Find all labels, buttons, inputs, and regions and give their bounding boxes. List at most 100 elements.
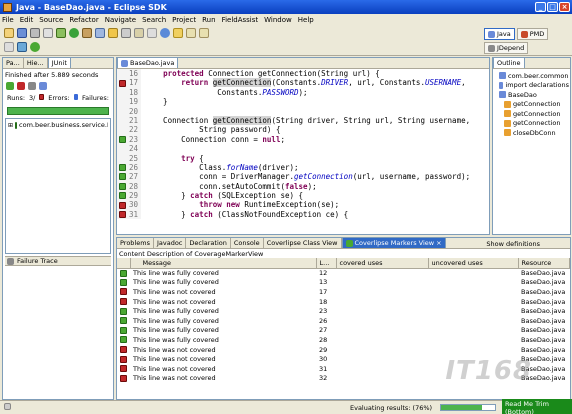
coverage-run-icon[interactable] xyxy=(30,42,40,52)
table-row[interactable]: This line was fully covered 26 BaseDao.jav… xyxy=(117,316,570,326)
covered-uses-column-header[interactable]: covered uses xyxy=(336,258,429,269)
tab-package-explorer[interactable]: Pa... xyxy=(3,58,24,68)
print-icon[interactable] xyxy=(30,28,40,38)
code-area[interactable]: 16 protected Connection getConnection(St… xyxy=(117,69,489,234)
tab-javadoc[interactable]: Javadoc xyxy=(154,238,187,248)
search-icon[interactable] xyxy=(121,28,131,38)
next-failure-icon[interactable] xyxy=(6,82,14,90)
code-line[interactable]: 29 } catch (SQLException se) { xyxy=(117,191,489,201)
menu-search[interactable]: Search xyxy=(142,16,166,24)
resource-column-header[interactable]: Resource xyxy=(518,258,570,269)
tab-declaration[interactable]: Declaration xyxy=(186,238,231,248)
table-row[interactable]: This line was fully covered 12 BaseDao.jav… xyxy=(117,268,570,278)
table-row[interactable]: This line was fully covered 23 BaseDao.jav… xyxy=(117,306,570,316)
menu-edit[interactable]: Edit xyxy=(20,16,34,24)
junit-test-tree[interactable]: ⊞ com.beer.business.service.Bee xyxy=(5,118,111,254)
table-row[interactable]: This line was fully covered 13 BaseDao.jav… xyxy=(117,278,570,288)
forward-icon[interactable] xyxy=(199,28,209,38)
tab-outline[interactable]: Outline xyxy=(493,58,525,68)
outline-item[interactable]: getConnection xyxy=(494,109,569,119)
watermark: IT168 xyxy=(445,356,532,386)
resource-cell: BaseDao.java xyxy=(521,316,566,325)
menu-help[interactable]: Help xyxy=(298,16,314,24)
menu-window[interactable]: Window xyxy=(264,16,292,24)
outline-item[interactable]: import declarations xyxy=(494,81,569,91)
new-class-icon[interactable] xyxy=(95,28,105,38)
prev-failure-icon[interactable] xyxy=(17,82,25,90)
tab-coverlipse-class-view[interactable]: Coverlipse Class View xyxy=(264,238,342,248)
code-line[interactable]: 16 protected Connection getConnection(St… xyxy=(117,69,489,79)
perspective-jdepend[interactable]: JDepend xyxy=(484,42,529,54)
annotation-next-icon[interactable] xyxy=(173,28,183,38)
table-row[interactable]: This line was not covered 18 BaseDao.java xyxy=(117,297,570,307)
status-column-header[interactable] xyxy=(117,258,131,269)
code-line[interactable]: 18 Constants.PASSWORD); xyxy=(117,87,489,98)
show-whitespace-icon[interactable] xyxy=(147,28,157,38)
table-row[interactable]: This line was fully covered 28 BaseDao.jav… xyxy=(117,335,570,345)
external-tools-icon[interactable] xyxy=(82,28,92,38)
code-line[interactable]: 27 conn = DriverManager.getConnection(ur… xyxy=(117,172,489,182)
tab-coverlipse-markers-view[interactable]: Coverlipse Markers View × xyxy=(341,238,446,248)
code-line[interactable]: 21 Connection getConnection(String drive… xyxy=(117,115,489,126)
table-row[interactable]: This line was fully covered 27 BaseDao.jav… xyxy=(117,326,570,336)
uncovered-uses-column-header[interactable]: uncovered uses xyxy=(428,258,519,269)
minimize-button[interactable]: _ xyxy=(535,2,546,12)
expand-icon[interactable]: ⊞ xyxy=(8,122,13,129)
test-tree-item[interactable]: ⊞ com.beer.business.service.Bee xyxy=(8,121,108,129)
maximize-button[interactable]: □ xyxy=(547,2,558,12)
tab-problems[interactable]: Problems xyxy=(117,238,154,248)
menu-navigate[interactable]: Navigate xyxy=(105,16,136,24)
code-line[interactable]: 22 String password) { xyxy=(117,125,489,135)
outline-item[interactable]: closeDbConn xyxy=(494,128,569,138)
menu-file[interactable]: File xyxy=(2,16,14,24)
code-line[interactable]: 25 try { xyxy=(117,153,489,163)
coverlipse-icon[interactable] xyxy=(17,42,27,52)
status-cell xyxy=(117,374,130,384)
code-line[interactable]: 23 Connection conn = null; xyxy=(117,134,489,145)
build-icon[interactable] xyxy=(43,28,53,38)
code-line[interactable]: 19 } xyxy=(117,97,489,107)
tab-basedao-java[interactable]: BaseDao.java xyxy=(117,58,179,68)
tab-hierarchy[interactable]: Hie... xyxy=(24,58,48,68)
stop-icon[interactable] xyxy=(28,82,36,90)
open-perspective-icon[interactable] xyxy=(4,42,14,52)
perspective-java[interactable]: Java xyxy=(484,28,515,40)
code-line[interactable]: 26 Class.forName(driver); xyxy=(117,162,489,173)
code-line[interactable]: 24 xyxy=(117,144,489,154)
new-icon[interactable] xyxy=(4,28,14,38)
perspective-pmd[interactable]: PMD xyxy=(516,28,549,40)
close-button[interactable]: × xyxy=(559,2,570,12)
table-row[interactable]: This line was not covered 29 BaseDao.java xyxy=(117,345,570,355)
globe-icon[interactable] xyxy=(160,28,170,38)
debug-icon[interactable] xyxy=(56,28,66,38)
menu-run[interactable]: Run xyxy=(202,16,215,24)
show-definitions-button[interactable]: Show definitions xyxy=(486,240,570,248)
back-icon[interactable] xyxy=(186,28,196,38)
read-me-trim[interactable]: Read Me Trim (Bottom) xyxy=(502,398,572,414)
open-type-icon[interactable] xyxy=(108,28,118,38)
menu-refactor[interactable]: Refactor xyxy=(69,16,98,24)
message-column-header[interactable]: Message xyxy=(130,258,317,269)
line-column-header[interactable]: L... xyxy=(316,258,337,269)
outline-item[interactable]: getConnection xyxy=(494,119,569,129)
close-tab-icon[interactable]: × xyxy=(436,239,441,247)
toggle-mark-icon[interactable] xyxy=(134,28,144,38)
menu-source[interactable]: Source xyxy=(39,16,63,24)
save-icon[interactable] xyxy=(17,28,27,38)
outline-item[interactable]: getConnection xyxy=(494,100,569,110)
code-line[interactable]: 17 return getConnection(Constants.DRIVER… xyxy=(117,78,489,88)
code-line[interactable]: 30 throw new RuntimeException(se); xyxy=(117,200,489,210)
menu-project[interactable]: Project xyxy=(172,16,196,24)
tab-junit[interactable]: JUnit xyxy=(47,58,71,68)
outline-tree[interactable]: com.beer.common import declarations BaseDa… xyxy=(493,69,570,140)
rerun-icon[interactable] xyxy=(39,82,47,90)
tab-console[interactable]: Console xyxy=(231,238,264,248)
outline-item[interactable]: BaseDao xyxy=(494,90,569,100)
run-icon[interactable] xyxy=(69,28,79,38)
code-line[interactable]: 31 } catch (ClassNotFoundException ce) { xyxy=(117,209,489,220)
code-line[interactable]: 20 xyxy=(117,106,489,116)
table-row[interactable]: This line was not covered 17 BaseDao.java xyxy=(117,287,570,297)
outline-item[interactable]: com.beer.common xyxy=(494,71,569,81)
code-line[interactable]: 28 conn.setAutoCommit(false); xyxy=(117,181,489,192)
menu-fieldassist[interactable]: FieldAssist xyxy=(222,16,259,24)
